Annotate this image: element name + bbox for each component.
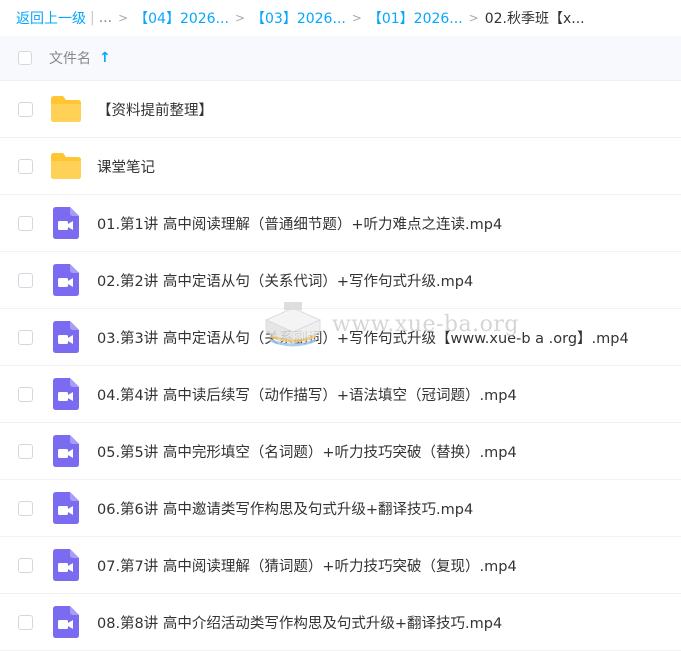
file-list-header: 文件名 ↑ [0,36,681,81]
row-checkbox[interactable] [18,614,33,630]
file-row[interactable]: 【资料提前整理】 [0,81,681,138]
video-file-icon [49,207,83,239]
file-row[interactable]: 05.第5讲 高中完形填空（名词题）+听力技巧突破（替换）.mp4 [0,423,681,480]
breadcrumb-item[interactable]: 【04】2026... [134,8,229,28]
video-file-icon [49,492,83,524]
file-row[interactable]: 课堂笔记 [0,138,681,195]
breadcrumb-current: 02.秋季班【x... [484,11,585,27]
breadcrumb-separator: | [90,10,95,26]
breadcrumb-arrow-icon: > [234,11,245,25]
file-name[interactable]: 08.第8讲 高中介绍活动类写作构思及句式升级+翻译技巧.mp4 [97,612,502,633]
breadcrumb-item[interactable]: 【01】2026... [368,8,463,28]
column-header-filename[interactable]: 文件名 ↑ [49,48,111,68]
file-row[interactable]: 04.第4讲 高中读后续写（动作描写）+语法填空（冠词题）.mp4 [0,366,681,423]
file-row[interactable]: 03.第3讲 高中定语从句（关系副词）+写作句式升级【www.xue-b a .… [0,309,681,366]
column-header-label: 文件名 [49,51,91,67]
breadcrumb-arrow-icon: > [351,11,362,25]
file-row[interactable]: 01.第1讲 高中阅读理解（普通细节题）+听力难点之连读.mp4 [0,195,681,252]
video-file-icon [49,606,83,638]
row-checkbox[interactable] [18,215,33,231]
breadcrumb-arrow-icon: > [468,11,479,25]
file-name[interactable]: 03.第3讲 高中定语从句（关系副词）+写作句式升级【www.xue-b a .… [97,327,629,348]
select-all-checkbox[interactable] [18,51,32,65]
folder-icon [49,95,83,123]
file-name[interactable]: 【资料提前整理】 [97,99,213,120]
video-file-icon [49,435,83,467]
file-name[interactable]: 06.第6讲 高中邀请类写作构思及句式升级+翻译技巧.mp4 [97,498,473,519]
file-name[interactable]: 05.第5讲 高中完形填空（名词题）+听力技巧突破（替换）.mp4 [97,441,517,462]
arrow-up-icon[interactable]: ↑ [99,50,111,66]
file-row[interactable]: 02.第2讲 高中定语从句（关系代词）+写作句式升级.mp4 [0,252,681,309]
file-name[interactable]: 01.第1讲 高中阅读理解（普通细节题）+听力难点之连读.mp4 [97,213,502,234]
row-checkbox[interactable] [18,557,33,573]
breadcrumb-arrow-icon: > [118,11,129,25]
row-checkbox[interactable] [18,500,33,516]
video-file-icon [49,549,83,581]
file-row[interactable]: 06.第6讲 高中邀请类写作构思及句式升级+翻译技巧.mp4 [0,480,681,537]
file-name[interactable]: 04.第4讲 高中读后续写（动作描写）+语法填空（冠词题）.mp4 [97,384,517,405]
row-checkbox[interactable] [18,158,33,174]
back-link[interactable]: 返回上一级 [16,8,86,28]
row-checkbox[interactable] [18,101,33,117]
file-list: 【资料提前整理】 课堂笔记 01.第1讲 高中阅读理解（普通细节题）+听力难点之连读… [0,81,681,651]
video-file-icon [49,378,83,410]
row-checkbox[interactable] [18,443,33,459]
video-file-icon [49,264,83,296]
folder-icon [49,152,83,180]
breadcrumb-item[interactable]: 【03】2026... [251,8,346,28]
file-row[interactable]: 07.第7讲 高中阅读理解（猜词题）+听力技巧突破（复现）.mp4 [0,537,681,594]
file-name[interactable]: 课堂笔记 [97,156,155,177]
video-file-icon [49,321,83,353]
breadcrumb-more[interactable]: ... [99,10,112,26]
file-row[interactable]: 08.第8讲 高中介绍活动类写作构思及句式升级+翻译技巧.mp4 [0,594,681,651]
row-checkbox[interactable] [18,272,33,288]
row-checkbox[interactable] [18,329,33,345]
file-name[interactable]: 07.第7讲 高中阅读理解（猜词题）+听力技巧突破（复现）.mp4 [97,555,517,576]
file-name[interactable]: 02.第2讲 高中定语从句（关系代词）+写作句式升级.mp4 [97,270,473,291]
row-checkbox[interactable] [18,386,33,402]
breadcrumb: 返回上一级 | ... > 【04】2026... > 【03】2026... … [0,0,681,36]
